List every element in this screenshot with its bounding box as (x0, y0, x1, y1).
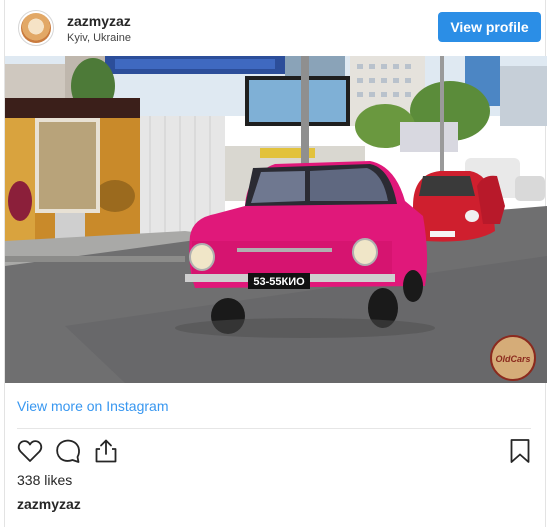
profile-username[interactable]: zazmyzaz (67, 13, 131, 29)
bookmark-icon[interactable] (505, 436, 535, 466)
view-profile-button[interactable]: View profile (438, 12, 541, 42)
post-location[interactable]: Kyiv, Ukraine (67, 32, 131, 44)
watermark-logo-text: OldCars (495, 354, 530, 364)
divider (17, 428, 531, 429)
profile-avatar[interactable] (18, 10, 54, 46)
share-icon[interactable] (91, 436, 121, 466)
avatar-image (21, 13, 51, 43)
license-plate-text: 53-55КИО (253, 276, 305, 288)
likes-count[interactable]: 338 likes (17, 472, 72, 488)
instagram-embed-card: zazmyzaz Kyiv, Ukraine View profile 53-5… (4, 0, 547, 527)
post-header: zazmyzaz Kyiv, Ukraine View profile (5, 0, 545, 56)
street-scene-image: 53-55КИО OldCars (5, 56, 547, 383)
comment-icon[interactable] (53, 436, 83, 466)
caption-username[interactable]: zazmyzaz (17, 496, 81, 512)
post-actions (5, 436, 545, 468)
view-more-on-instagram-link[interactable]: View more on Instagram (17, 398, 168, 414)
post-photo[interactable]: 53-55КИО OldCars (5, 56, 547, 383)
heart-icon[interactable] (15, 436, 45, 466)
